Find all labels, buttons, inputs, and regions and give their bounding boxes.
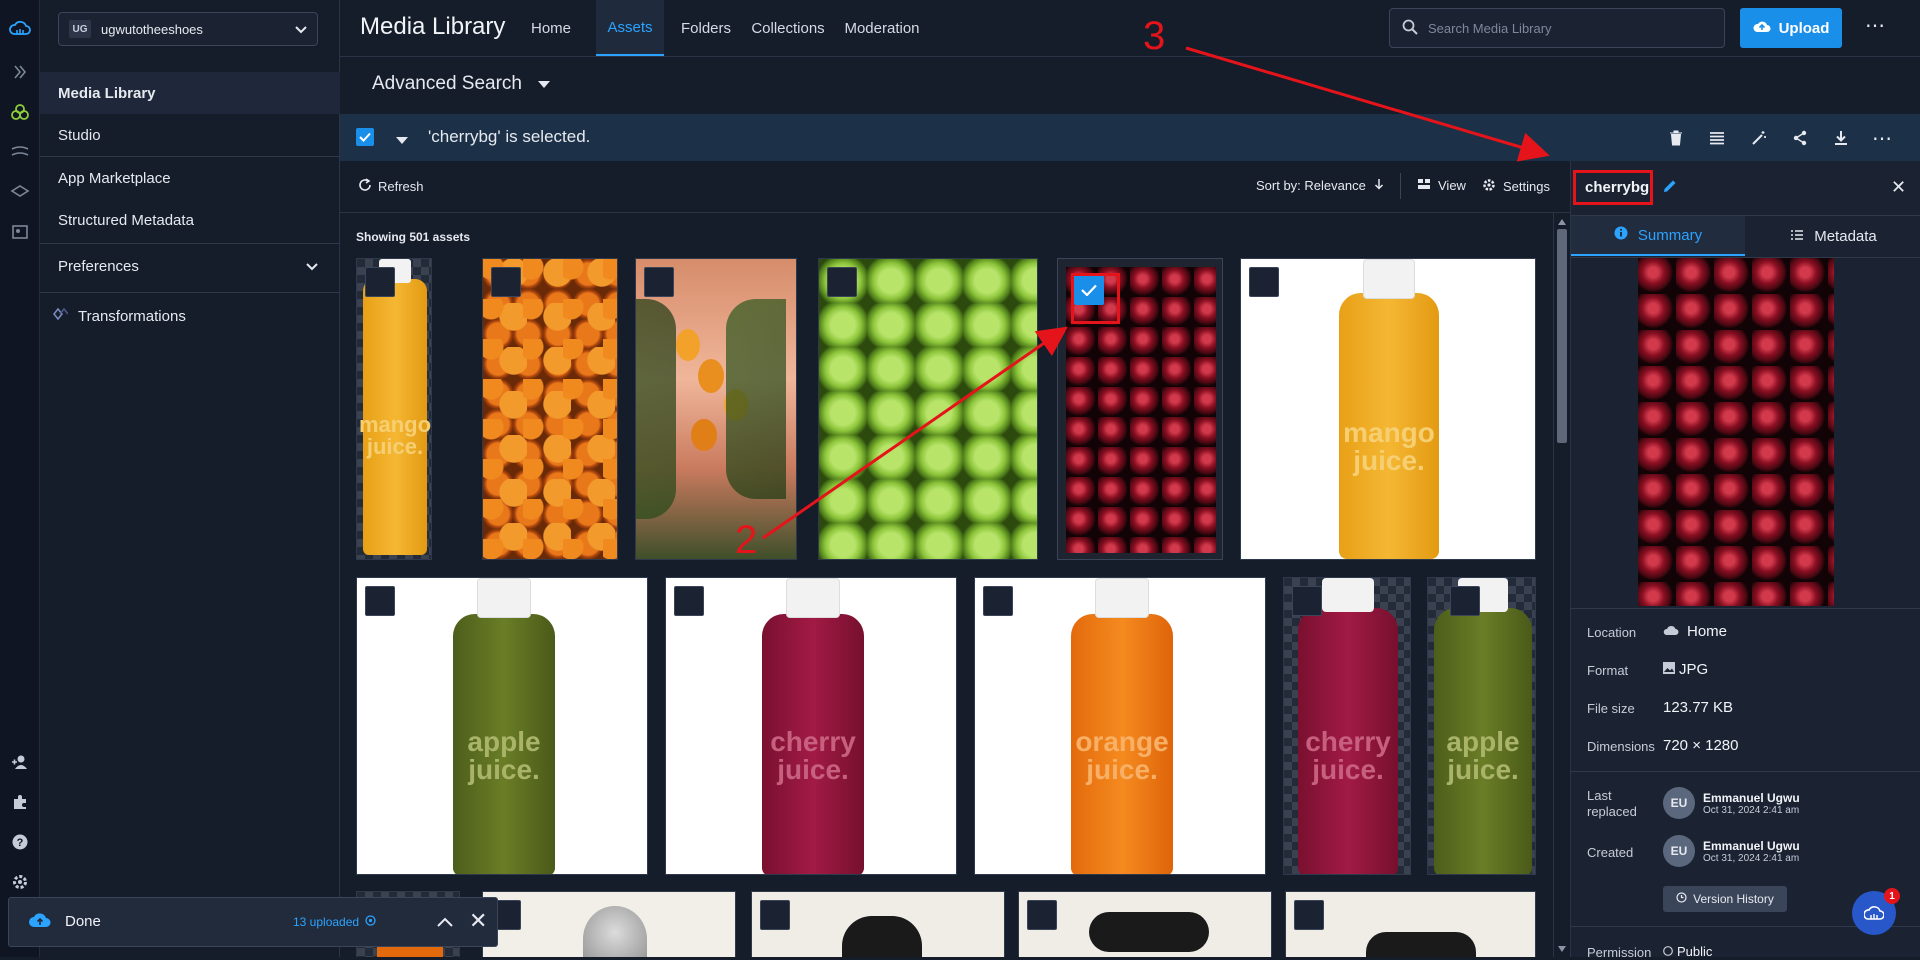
annotation-overlay [762,46,1550,540]
annotation-arrow [1185,46,1550,162]
annotation-highlight-box [1071,273,1120,324]
annotation-highlight-box [1573,170,1653,205]
annotation-label: 3 [1143,14,1166,58]
annotation-arrow [762,326,1068,540]
annotation-label: 2 [735,518,758,562]
